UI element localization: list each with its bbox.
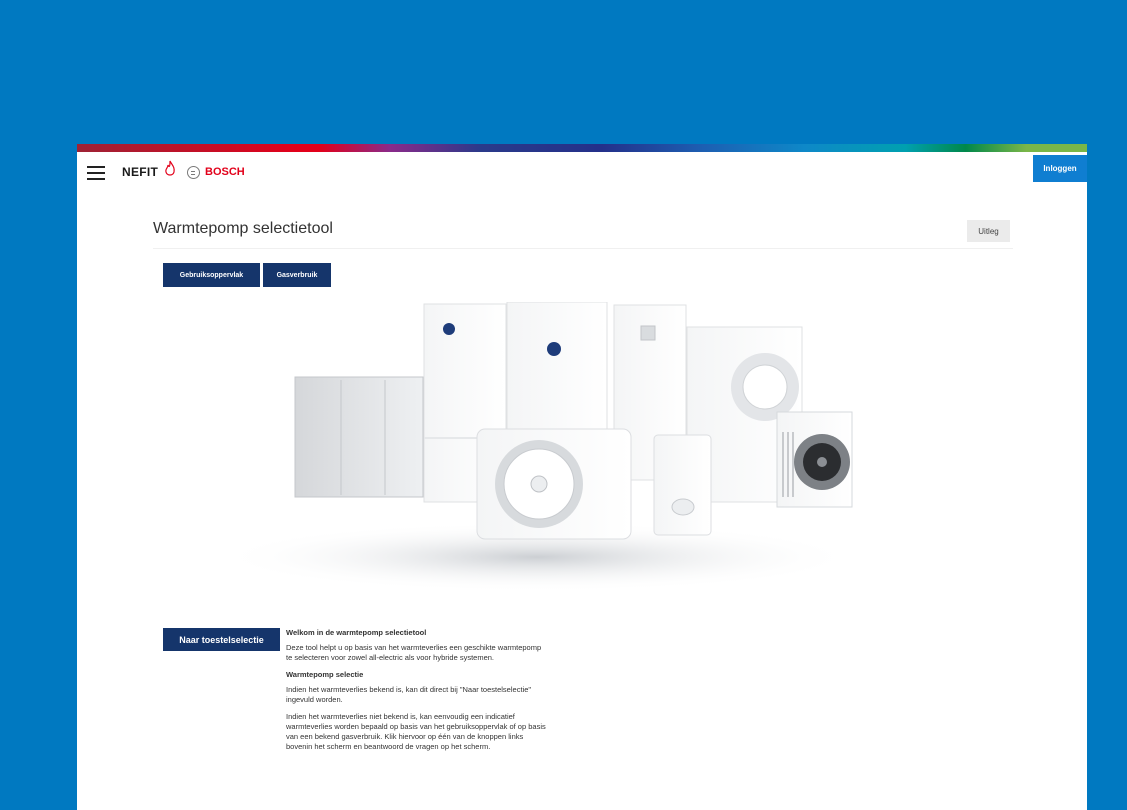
intro-paragraph-1: Deze tool helpt u op basis van het warmt… xyxy=(286,643,542,662)
nefit-logo: NEFIT xyxy=(122,165,159,179)
heat-pump-products-image xyxy=(217,302,857,592)
gasverbruik-button[interactable]: Gasverbruik xyxy=(263,263,331,287)
intro-heading: Welkom in de warmtepomp selectietool xyxy=(286,628,427,637)
hamburger-menu-icon[interactable] xyxy=(87,166,105,180)
intro-text-block: Welkom in de warmtepomp selectietool Dez… xyxy=(286,628,546,759)
page-title: Warmtepomp selectietool xyxy=(153,220,333,237)
intro-paragraph-3: Indien het warmteverlies niet bekend is,… xyxy=(286,712,546,751)
bosch-armature-icon xyxy=(187,166,200,179)
top-navbar: NEFIT BOSCH Inloggen xyxy=(77,152,1087,188)
flame-icon xyxy=(165,160,175,176)
header-divider xyxy=(153,248,1013,249)
gebruiksoppervlak-button[interactable]: Gebruiksoppervlak xyxy=(163,263,260,287)
naar-toestelselectie-button[interactable]: Naar toestelselectie xyxy=(163,628,280,651)
uitleg-button[interactable]: Uitleg xyxy=(967,220,1010,242)
app-window: NEFIT BOSCH Inloggen Warmtepomp selectie… xyxy=(77,144,1087,810)
intro-paragraph-2: Indien het warmteverlies bekend is, kan … xyxy=(286,685,532,704)
intro-subheading: Warmtepomp selectie xyxy=(286,670,364,679)
login-button[interactable]: Inloggen xyxy=(1033,155,1087,182)
brand-color-bar xyxy=(77,144,1087,152)
bosch-logo: BOSCH xyxy=(205,166,245,178)
